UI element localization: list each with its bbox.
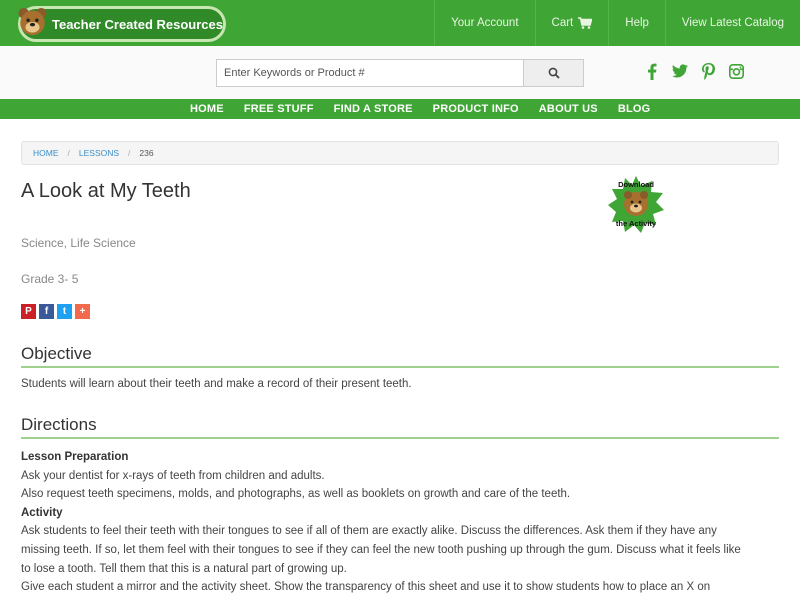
objective-heading: Objective <box>21 344 92 363</box>
directions-content: Lesson Preparation Ask your dentist for … <box>21 448 781 597</box>
cart-link[interactable]: Cart <box>534 0 609 46</box>
nav-free-stuff[interactable]: FREE STUFF <box>234 99 324 119</box>
top-nav: Your Account Cart Help View Latest Catal… <box>434 0 800 46</box>
facebook-icon[interactable] <box>644 62 660 80</box>
objective-divider <box>21 366 779 368</box>
nav-about-us[interactable]: ABOUT US <box>529 99 608 119</box>
lesson-preparation-heading: Lesson Preparation <box>21 451 129 463</box>
pinterest-share-icon[interactable]: P <box>21 304 36 319</box>
prep-line: Also request teeth specimens, molds, and… <box>21 488 571 501</box>
activity-line: to lose a tooth. Tell them that this is … <box>21 562 347 575</box>
search-button[interactable] <box>523 59 584 87</box>
your-account-link[interactable]: Your Account <box>434 0 534 46</box>
activity-line: Ask students to feel their teeth with th… <box>21 525 717 538</box>
badge-text-bottom: the Activity <box>616 219 657 228</box>
breadcrumb-current: 236 <box>139 148 154 158</box>
breadcrumb-separator: / <box>128 148 131 158</box>
bear-mascot-icon <box>18 8 47 36</box>
prep-line: Ask your dentist for x-rays of teeth fro… <box>21 469 325 482</box>
logo[interactable]: Teacher Created Resources <box>18 6 226 42</box>
breadcrumb-home[interactable]: HOME <box>33 148 59 158</box>
top-bar: Teacher Created Resources Your Account C… <box>0 0 800 46</box>
breadcrumb-separator: / <box>67 148 70 158</box>
objective-text: Students will learn about their teeth an… <box>21 378 412 390</box>
directions-heading: Directions <box>21 415 97 434</box>
cart-icon <box>578 17 593 29</box>
breadcrumb-lessons[interactable]: LESSONS <box>79 148 119 158</box>
page-title: A Look at My Teeth <box>21 180 191 202</box>
instagram-icon[interactable] <box>728 62 744 80</box>
search-input[interactable] <box>216 59 524 87</box>
badge-text-top: Download <box>618 180 654 189</box>
search-icon <box>548 67 560 79</box>
lesson-subject: Science, Life Science <box>21 236 136 250</box>
activity-line: Give each student a mirror and the activ… <box>21 581 711 594</box>
nav-home[interactable]: HOME <box>180 99 234 119</box>
breadcrumb: HOME / LESSONS / 236 <box>21 141 779 165</box>
share-buttons: P f t + <box>21 304 90 319</box>
directions-divider <box>21 437 779 439</box>
nav-find-a-store[interactable]: FIND A STORE <box>324 99 423 119</box>
logo-text: Teacher Created Resources <box>51 16 223 32</box>
download-activity-badge[interactable]: Download the Activity <box>606 174 666 234</box>
main-nav: HOME FREE STUFF FIND A STORE PRODUCT INF… <box>0 99 800 119</box>
nav-product-info[interactable]: PRODUCT INFO <box>423 99 529 119</box>
lesson-grade: Grade 3- 5 <box>21 272 79 286</box>
twitter-share-icon[interactable]: t <box>57 304 72 319</box>
activity-heading: Activity <box>21 506 63 519</box>
pinterest-icon[interactable] <box>700 62 716 80</box>
search-row <box>0 46 800 99</box>
view-latest-catalog-link[interactable]: View Latest Catalog <box>664 0 800 46</box>
nav-blog[interactable]: BLOG <box>608 99 661 119</box>
facebook-share-icon[interactable]: f <box>39 304 54 319</box>
more-share-icon[interactable]: + <box>75 304 90 319</box>
help-link[interactable]: Help <box>608 0 665 46</box>
twitter-icon[interactable] <box>672 62 688 80</box>
social-links <box>644 62 744 80</box>
cart-label: Cart <box>551 17 574 29</box>
activity-line: missing teeth. If so, let them feel with… <box>21 543 741 556</box>
